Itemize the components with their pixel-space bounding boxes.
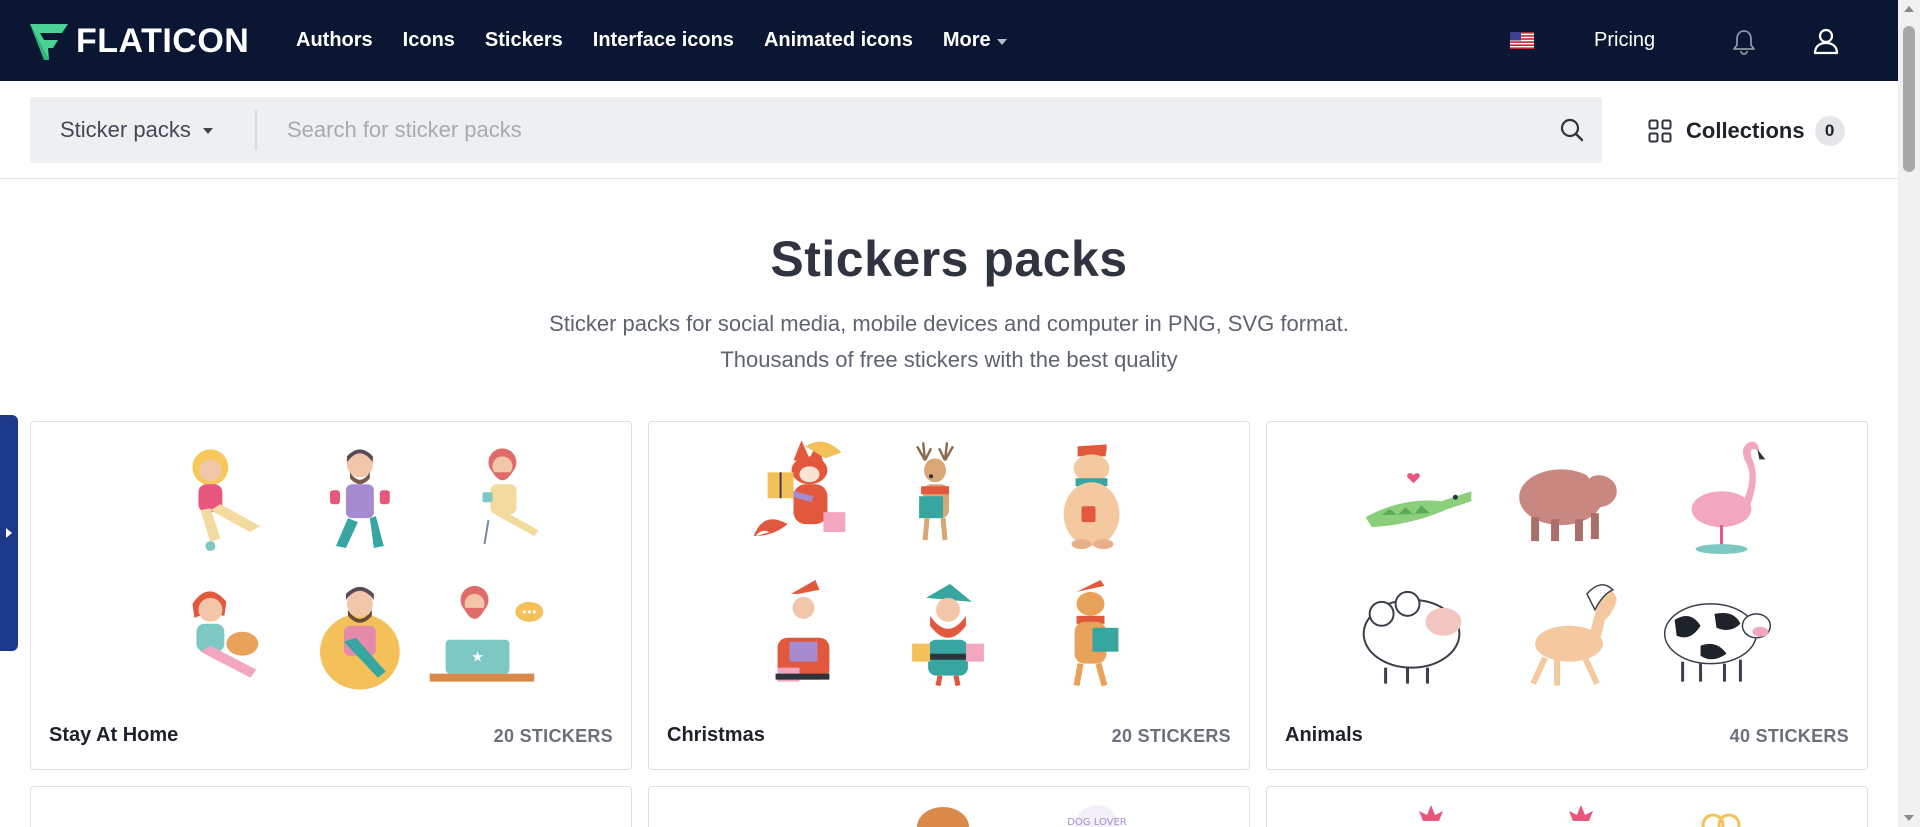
pack-title: Stay At Home (49, 724, 179, 746)
pack-sticker-count: 40 STICKERS (1729, 726, 1849, 746)
nav-more[interactable]: More (943, 29, 1007, 52)
reindeer-sticker (916, 442, 955, 541)
top-navbar: FLATICON Authors Icons Stickers Interfac… (0, 0, 1898, 81)
search-input[interactable] (257, 97, 1542, 163)
flaticon-logo-icon (30, 23, 68, 60)
nav-interface-icons[interactable]: Interface icons (593, 29, 734, 52)
crocodile-sticker (1365, 473, 1472, 528)
nav-stickers[interactable]: Stickers (485, 29, 563, 52)
search-icon (1560, 118, 1584, 142)
pack-title: Christmas (667, 724, 765, 746)
scrollbar-thumb[interactable] (1903, 26, 1915, 172)
subtitle-line-2: Thousands of free stickers with the best… (720, 347, 1178, 372)
cat-sticker (192, 591, 259, 678)
search-bar-row: Sticker packs Collections 0 (0, 81, 1898, 179)
horse-sticker (1518, 584, 1617, 686)
search-type-dropdown[interactable]: Sticker packs (30, 97, 255, 163)
bison-sticker (1519, 460, 1619, 542)
sheep-sticker (1362, 590, 1462, 684)
search-button[interactable] (1542, 97, 1602, 163)
logo-text: FLATICON (76, 22, 250, 60)
fox-sticker (753, 440, 846, 537)
search-box: Sticker packs (30, 97, 1602, 163)
tiger-sticker (1073, 579, 1119, 687)
page-subtitle: Sticker packs for social media, mobile d… (0, 306, 1898, 378)
pack-card-animals[interactable]: Animals 40 STICKERS (1266, 421, 1868, 770)
pack-title: Animals (1285, 724, 1363, 746)
scroll-down-arrow-icon[interactable] (1904, 815, 1914, 821)
collections-count-badge: 0 (1814, 116, 1845, 146)
user-icon[interactable] (1812, 27, 1840, 55)
search-type-label: Sticker packs (60, 117, 191, 142)
dumbbell-sticker (330, 449, 390, 549)
collections-button[interactable]: Collections 0 (1648, 111, 1845, 151)
svg-text:DOG LOVER: DOG LOVER (1067, 817, 1127, 827)
flamingo-sticker (1691, 441, 1766, 555)
laptop-sticker: ★ (429, 585, 544, 682)
pack-card-partial[interactable] (30, 786, 632, 827)
main-nav: Authors Icons Stickers Interface icons A… (296, 0, 1037, 81)
page-title: Stickers packs (770, 231, 1128, 287)
pack-preview (1362, 441, 1772, 686)
grid-icon (1648, 119, 1672, 143)
nav-icons[interactable]: Icons (403, 29, 455, 52)
pack-preview (1419, 805, 1741, 827)
nav-more-label: More (942, 29, 991, 51)
flaticon-logo[interactable]: FLATICON (30, 22, 249, 61)
santa-sticker (775, 579, 830, 682)
pricing-link[interactable]: Pricing (1594, 0, 1655, 81)
cow-sticker (1663, 603, 1772, 682)
scroll-up-arrow-icon[interactable] (1904, 6, 1914, 12)
pack-card-partial[interactable]: DOG LOVER (648, 786, 1250, 827)
collections-label: Collections (1686, 118, 1805, 143)
chevron-down-icon (202, 128, 213, 134)
pack-preview: ★ (192, 448, 544, 690)
exercise-sticker (192, 449, 261, 552)
bear-sticker (1063, 441, 1120, 550)
pack-card-stay-at-home[interactable]: ★ Stay At Home 20 STICKERS (30, 421, 632, 770)
bell-icon[interactable] (1731, 28, 1757, 56)
subtitle-line-1: Sticker packs for social media, mobile d… (549, 311, 1349, 336)
pack-card-christmas[interactable]: Christmas 20 STICKERS (648, 421, 1250, 770)
nav-animated-icons[interactable]: Animated icons (764, 29, 913, 52)
pack-sticker-count: 20 STICKERS (493, 726, 613, 746)
coffee-sticker (482, 448, 539, 545)
chevron-down-icon (996, 38, 1007, 45)
svg-text:★: ★ (471, 650, 484, 666)
us-flag-icon[interactable] (1510, 32, 1534, 49)
reading-sticker (320, 586, 400, 690)
side-panel-toggle[interactable] (0, 415, 18, 651)
chevron-right-icon (6, 528, 12, 538)
pack-preview: DOG LOVER (917, 805, 1127, 827)
pack-sticker-count: 20 STICKERS (1111, 726, 1231, 746)
pack-card-partial[interactable] (1266, 786, 1868, 827)
elf-sticker (912, 583, 984, 687)
pack-preview (753, 440, 1120, 687)
page-scrollbar[interactable] (1898, 0, 1920, 827)
nav-authors[interactable]: Authors (296, 29, 373, 52)
